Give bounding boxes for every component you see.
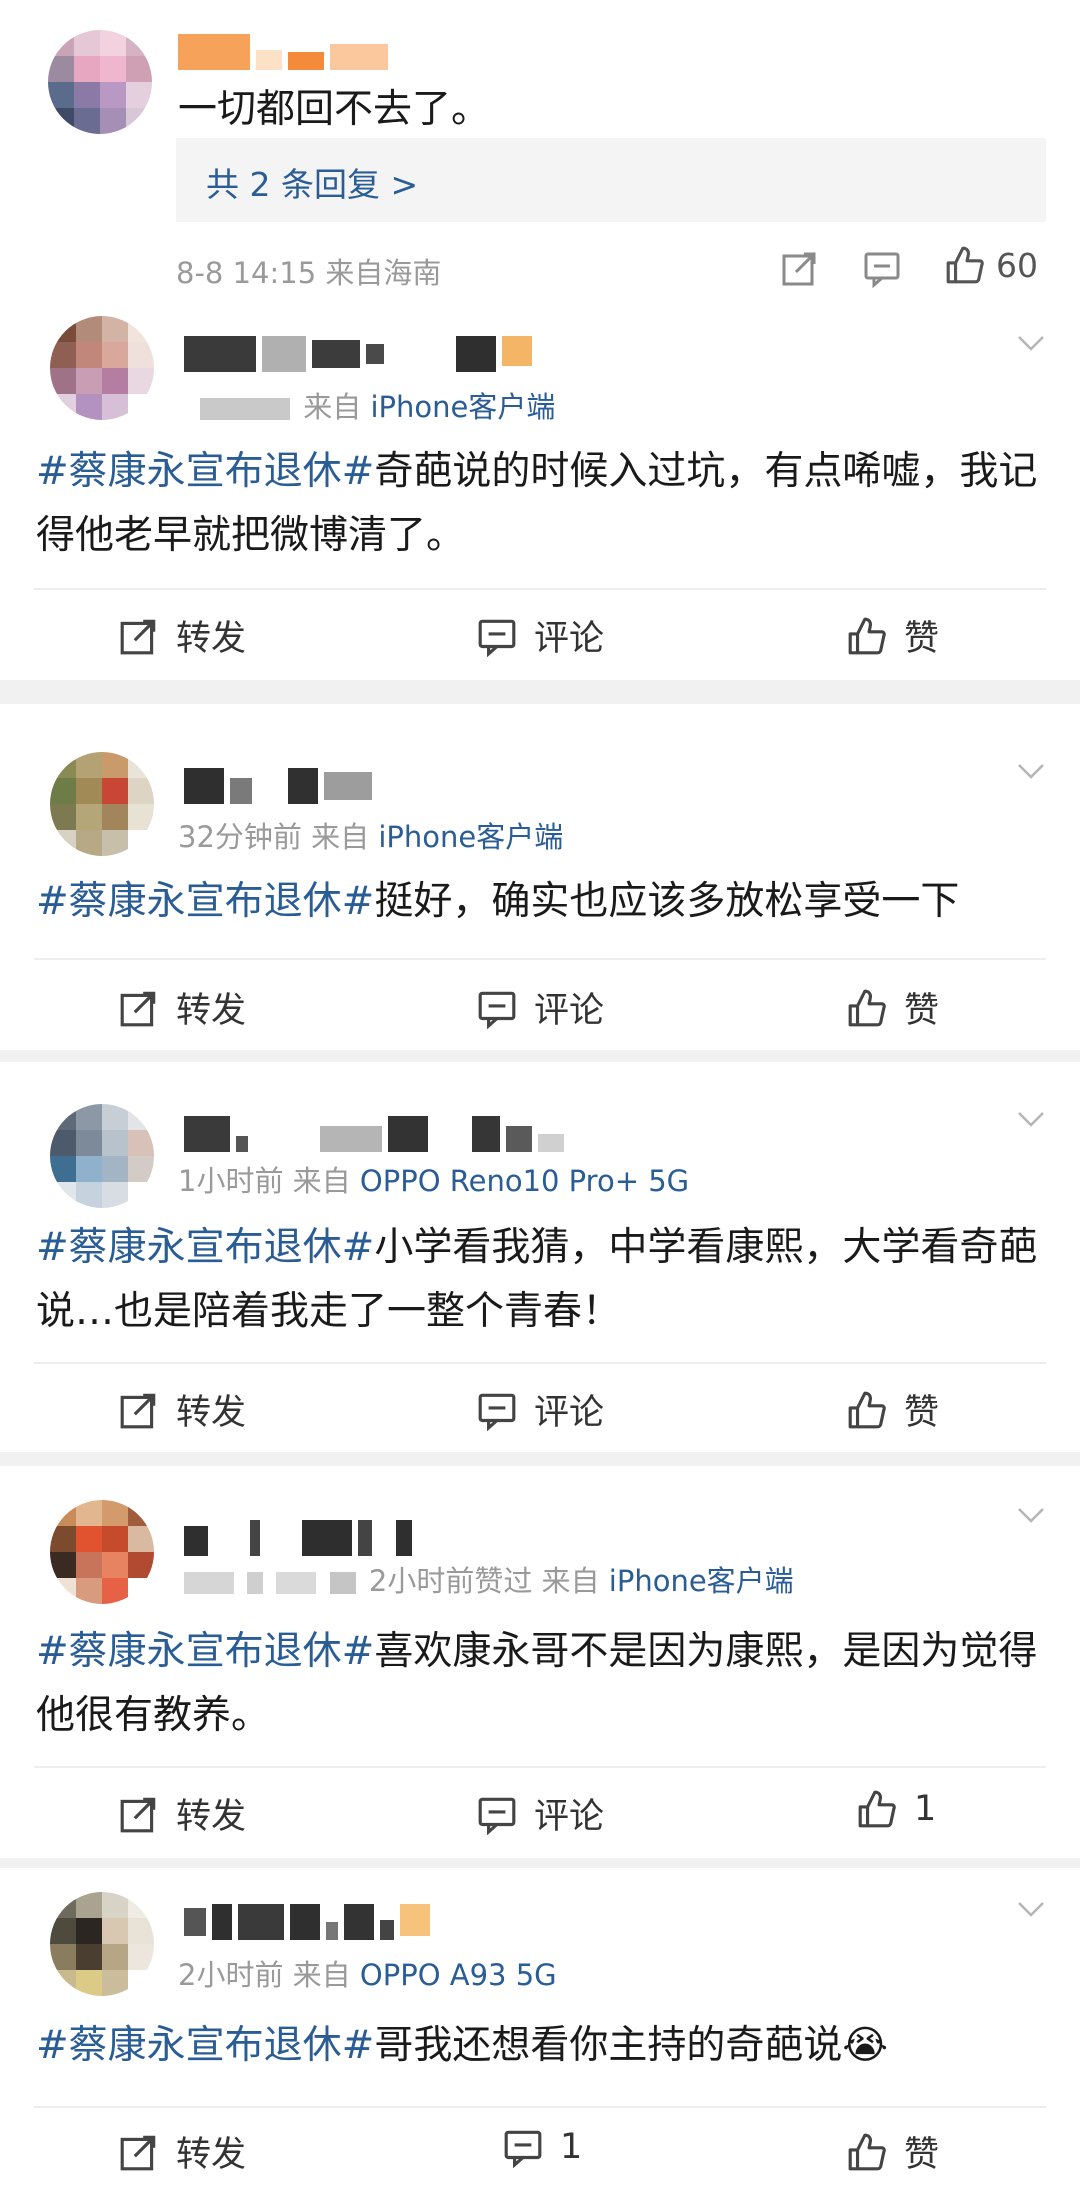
topic-link[interactable]: #蔡康永宣布退休# <box>36 1629 374 1674</box>
chevron-down-icon[interactable] <box>1016 1894 1046 1924</box>
like-button[interactable]: 赞 <box>846 610 939 661</box>
comment-button[interactable]: 评论 <box>476 1384 604 1435</box>
thumbs-up-icon <box>848 1391 886 1428</box>
topic-link[interactable]: #蔡康永宣布退休# <box>36 879 374 924</box>
reply-like-button[interactable]: 60 <box>944 244 1038 286</box>
chevron-down-icon[interactable] <box>1016 756 1046 786</box>
thumbs-up-icon <box>848 2133 886 2170</box>
comment-icon <box>478 619 516 657</box>
thumbs-up-icon <box>946 246 984 284</box>
comment-icon <box>504 2130 542 2168</box>
thumbs-up-icon <box>848 989 886 1026</box>
chevron-down-icon[interactable] <box>1016 1104 1046 1134</box>
user-name[interactable] <box>184 1116 564 1152</box>
user-name[interactable] <box>184 1520 412 1556</box>
source-link[interactable]: OPPO Reno10 Pro+ 5G <box>360 1164 689 1198</box>
repost-icon <box>120 2135 156 2170</box>
reply-meta: 8-8 14:15 来自海南 <box>176 256 442 290</box>
comment-button[interactable]: 评论 <box>476 982 604 1033</box>
view-replies-link[interactable]: 共 2 条回复 > <box>206 158 418 206</box>
post-meta: 32分钟前 来自 iPhone客户端 <box>178 820 564 854</box>
repost-icon <box>120 619 156 654</box>
repost-icon <box>120 1797 156 1832</box>
topic-link[interactable]: #蔡康永宣布退休# <box>36 1225 374 1270</box>
comment-button[interactable]: 评论 <box>476 610 604 661</box>
like-button[interactable]: 赞 <box>846 1384 939 1435</box>
post-content: #蔡康永宣布退休#挺好，确实也应该多放松享受一下 <box>36 879 960 924</box>
comment-icon <box>478 991 516 1029</box>
source-link[interactable]: OPPO A93 5G <box>360 1958 557 1992</box>
like-button[interactable]: 赞 <box>846 982 939 1033</box>
like-button[interactable]: 赞 <box>846 2126 939 2177</box>
topic-link[interactable]: #蔡康永宣布退休# <box>36 449 374 494</box>
post-content: #蔡康永宣布退休#奇葩说的时候入过坑，有点唏嘘，我记得他老早就把微博清了。 <box>36 449 1038 558</box>
repost-icon <box>120 1393 156 1428</box>
avatar[interactable] <box>50 1892 154 1996</box>
post-meta: 1小时前 来自 OPPO Reno10 Pro+ 5G <box>178 1164 690 1198</box>
repost-button[interactable]: 转发 <box>118 1788 246 1839</box>
avatar[interactable] <box>50 1500 154 1604</box>
post-content: #蔡康永宣布退休#喜欢康永哥不是因为康熙，是因为觉得他很有教养。 <box>36 1629 1038 1738</box>
avatar[interactable] <box>50 752 154 856</box>
comment-icon[interactable] <box>862 248 902 288</box>
topic-link[interactable]: #蔡康永宣布退休# <box>36 2023 374 2068</box>
post-meta: 2小时前 来自 OPPO A93 5G <box>178 1958 557 1992</box>
repost-button[interactable]: 转发 <box>118 2126 246 2177</box>
source-link[interactable]: iPhone客户端 <box>609 1564 794 1598</box>
source-link[interactable]: iPhone客户端 <box>378 820 563 854</box>
repost-icon <box>120 991 156 1026</box>
comment-button[interactable]: 评论 <box>476 1788 604 1839</box>
thumbs-up-icon <box>848 617 886 654</box>
thumbs-up-icon <box>858 1790 896 1828</box>
like-button[interactable]: 1 <box>856 1788 936 1830</box>
user-name[interactable] <box>184 1904 430 1940</box>
repost-button[interactable]: 转发 <box>118 982 246 1033</box>
comment-button[interactable]: 1 <box>502 2126 582 2168</box>
share-icon[interactable] <box>780 248 820 288</box>
reply-text: 一切都回不去了。 <box>178 87 491 132</box>
repost-button[interactable]: 转发 <box>118 610 246 661</box>
post-content: #蔡康永宣布退休#哥我还想看你主持的奇葩说😭 <box>36 2023 888 2068</box>
avatar[interactable] <box>50 316 154 420</box>
user-name[interactable] <box>178 34 388 70</box>
comment-icon <box>478 1393 516 1431</box>
replies-box[interactable]: 共 2 条回复 > <box>176 138 1046 222</box>
chevron-down-icon[interactable] <box>1016 328 1046 358</box>
chevron-down-icon[interactable] <box>1016 1500 1046 1530</box>
source-link[interactable]: iPhone客户端 <box>370 390 555 424</box>
post-content: #蔡康永宣布退休#小学看我猜，中学看康熙，大学看奇葩说…也是陪着我走了一整个青春… <box>36 1225 1038 1334</box>
user-name[interactable] <box>184 336 532 372</box>
avatar[interactable] <box>48 30 152 134</box>
post-meta: 来自 iPhone客户端 <box>200 384 555 426</box>
avatar[interactable] <box>50 1104 154 1208</box>
post-meta: 2小时前赞过 来自 iPhone客户端 <box>184 1558 794 1600</box>
comment-icon <box>478 1797 516 1835</box>
like-count: 60 <box>996 245 1038 285</box>
user-name[interactable] <box>184 768 372 804</box>
repost-button[interactable]: 转发 <box>118 1384 246 1435</box>
